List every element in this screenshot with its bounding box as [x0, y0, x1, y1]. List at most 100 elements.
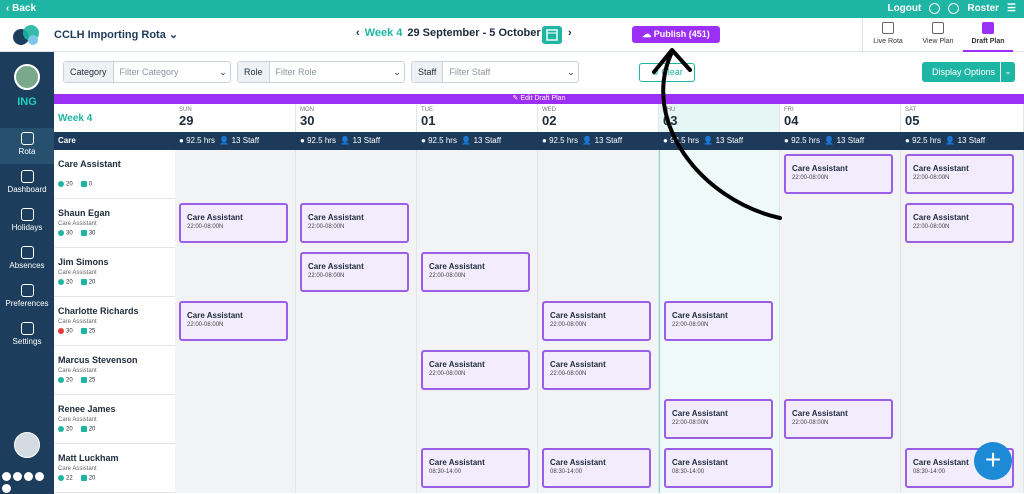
- shift-card[interactable]: Care Assistant 22:00-08:00N: [421, 350, 530, 390]
- category-filter[interactable]: Category Filter Category ⌄: [63, 61, 231, 83]
- shift-card[interactable]: Care Assistant 22:00-08:00N: [179, 301, 288, 341]
- rota-cell[interactable]: [175, 248, 296, 297]
- shift-card[interactable]: Care Assistant 08:30-14:00: [664, 448, 773, 488]
- rota-cell[interactable]: Care Assistant 22:00-08:00N: [538, 297, 659, 346]
- sidebar-item-preferences[interactable]: Preferences: [0, 280, 54, 316]
- rota-cell[interactable]: Care Assistant 22:00-08:00N: [296, 199, 417, 248]
- rota-cell[interactable]: Care Assistant 22:00-08:00N: [901, 150, 1024, 199]
- logout-link[interactable]: Logout: [887, 3, 921, 14]
- settings-icon[interactable]: [948, 3, 960, 14]
- sidebar-item-dashboard[interactable]: Dashboard: [0, 166, 54, 202]
- rota-cell[interactable]: [780, 297, 901, 346]
- shift-card[interactable]: Care Assistant 22:00-08:00N: [421, 252, 530, 292]
- live-rota-tab[interactable]: Live Rota: [863, 18, 913, 52]
- staff-filter[interactable]: Staff Filter Staff ⌄: [411, 61, 579, 83]
- rota-cell[interactable]: [538, 199, 659, 248]
- rota-select[interactable]: CCLH Importing Rota ⌄: [54, 28, 178, 41]
- rota-cell[interactable]: [659, 248, 780, 297]
- rota-cell[interactable]: [175, 395, 296, 444]
- shift-card[interactable]: Care Assistant 08:30-14:00: [542, 448, 651, 488]
- rota-cell[interactable]: [296, 395, 417, 444]
- staff-name[interactable]: Jim Simons: [58, 257, 109, 267]
- shift-card[interactable]: Care Assistant 22:00-08:00N: [542, 350, 651, 390]
- rota-cell[interactable]: [538, 248, 659, 297]
- rota-cell[interactable]: Care Assistant 22:00-08:00N: [417, 346, 538, 395]
- sidebar-item-rota[interactable]: Rota: [0, 128, 54, 164]
- rota-cell[interactable]: [659, 346, 780, 395]
- rota-cell[interactable]: Care Assistant 08:30-14:00: [659, 444, 780, 493]
- shift-card[interactable]: Care Assistant 08:30-14:00: [421, 448, 530, 488]
- add-shift-button[interactable]: +: [974, 442, 1012, 480]
- rota-cell[interactable]: [296, 346, 417, 395]
- rota-cell[interactable]: [417, 395, 538, 444]
- sidebar-item-absences[interactable]: Absences: [0, 242, 54, 278]
- shift-card[interactable]: Care Assistant 22:00-08:00N: [784, 399, 893, 439]
- shift-card[interactable]: Care Assistant 22:00-08:00N: [664, 399, 773, 439]
- roster-link[interactable]: Roster: [967, 3, 999, 14]
- staff-name[interactable]: Matt Luckham: [58, 453, 119, 463]
- next-week-icon[interactable]: ›: [568, 27, 572, 39]
- sidebar-item-holidays[interactable]: Holidays: [0, 204, 54, 240]
- rota-cell[interactable]: Care Assistant 22:00-08:00N: [659, 395, 780, 444]
- shift-card[interactable]: Care Assistant 22:00-08:00N: [179, 203, 288, 243]
- shift-card[interactable]: Care Assistant 22:00-08:00N: [542, 301, 651, 341]
- rota-cell[interactable]: Care Assistant 22:00-08:00N: [780, 395, 901, 444]
- rota-cell[interactable]: [780, 248, 901, 297]
- publish-button[interactable]: ☁ Publish (451): [632, 26, 720, 43]
- staff-name[interactable]: Charlotte Richards: [58, 306, 139, 316]
- staff-name[interactable]: Shaun Egan: [58, 208, 110, 218]
- shift-card[interactable]: Care Assistant 22:00-08:00N: [905, 154, 1014, 194]
- rota-cell[interactable]: [901, 395, 1024, 444]
- rota-cell[interactable]: [538, 150, 659, 199]
- rota-cell[interactable]: [659, 199, 780, 248]
- rota-cell[interactable]: Care Assistant 22:00-08:00N: [780, 150, 901, 199]
- rota-cell[interactable]: Care Assistant 22:00-08:00N: [659, 297, 780, 346]
- role-filter[interactable]: Role Filter Role ⌄: [237, 61, 405, 83]
- rota-cell[interactable]: [296, 150, 417, 199]
- rota-cell[interactable]: [296, 297, 417, 346]
- shift-card[interactable]: Care Assistant 22:00-08:00N: [300, 252, 409, 292]
- rota-cell[interactable]: Care Assistant 22:00-08:00N: [175, 199, 296, 248]
- rota-cell[interactable]: Care Assistant 22:00-08:00N: [538, 346, 659, 395]
- shift-card[interactable]: Care Assistant 22:00-08:00N: [300, 203, 409, 243]
- avatar[interactable]: [14, 432, 40, 458]
- rota-cell[interactable]: [417, 297, 538, 346]
- menu-icon[interactable]: ☰: [1007, 3, 1016, 14]
- rota-cell[interactable]: Care Assistant 22:00-08:00N: [901, 199, 1024, 248]
- rota-cell[interactable]: [296, 444, 417, 493]
- rota-cell[interactable]: Care Assistant 22:00-08:00N: [296, 248, 417, 297]
- rota-cell[interactable]: [780, 199, 901, 248]
- logout-icon[interactable]: [929, 3, 941, 14]
- rota-cell[interactable]: [901, 248, 1024, 297]
- sidebar-item-settings[interactable]: Settings: [0, 318, 54, 354]
- shift-card[interactable]: Care Assistant 22:00-08:00N: [905, 203, 1014, 243]
- rota-cell[interactable]: Care Assistant 22:00-08:00N: [175, 297, 296, 346]
- staff-name[interactable]: Care Assistant: [58, 159, 121, 169]
- rota-cell[interactable]: [659, 150, 780, 199]
- shift-card[interactable]: Care Assistant 22:00-08:00N: [664, 301, 773, 341]
- clear-button[interactable]: ⊗ Clear: [639, 63, 695, 82]
- rota-cell[interactable]: [780, 346, 901, 395]
- rota-cell[interactable]: [780, 444, 901, 493]
- view-plan-tab[interactable]: View Plan: [913, 18, 963, 52]
- shift-card[interactable]: Care Assistant 22:00-08:00N: [784, 154, 893, 194]
- edit-draft-plan-bar[interactable]: ✎ Edit Draft Plan: [54, 94, 1024, 104]
- rota-cell[interactable]: Care Assistant 08:30-14:00: [417, 444, 538, 493]
- prev-week-icon[interactable]: ‹: [356, 27, 360, 39]
- rota-cell[interactable]: [175, 346, 296, 395]
- rota-cell[interactable]: [901, 346, 1024, 395]
- chevron-down-icon[interactable]: ⌄: [1000, 62, 1015, 82]
- draft-plan-tab[interactable]: Draft Plan: [963, 18, 1013, 52]
- rota-cell[interactable]: [175, 444, 296, 493]
- calendar-button[interactable]: [542, 26, 562, 44]
- rota-cell[interactable]: Care Assistant 08:30-14:00: [538, 444, 659, 493]
- staff-name[interactable]: Marcus Stevenson: [58, 355, 138, 365]
- rota-cell[interactable]: Care Assistant 22:00-08:00N: [417, 248, 538, 297]
- staff-name[interactable]: Renee James: [58, 404, 116, 414]
- rota-cell[interactable]: [417, 150, 538, 199]
- rota-cell[interactable]: [175, 150, 296, 199]
- rota-cell[interactable]: [901, 297, 1024, 346]
- rota-cell[interactable]: [538, 395, 659, 444]
- rota-cell[interactable]: [417, 199, 538, 248]
- back-link[interactable]: ‹ Back: [6, 3, 36, 14]
